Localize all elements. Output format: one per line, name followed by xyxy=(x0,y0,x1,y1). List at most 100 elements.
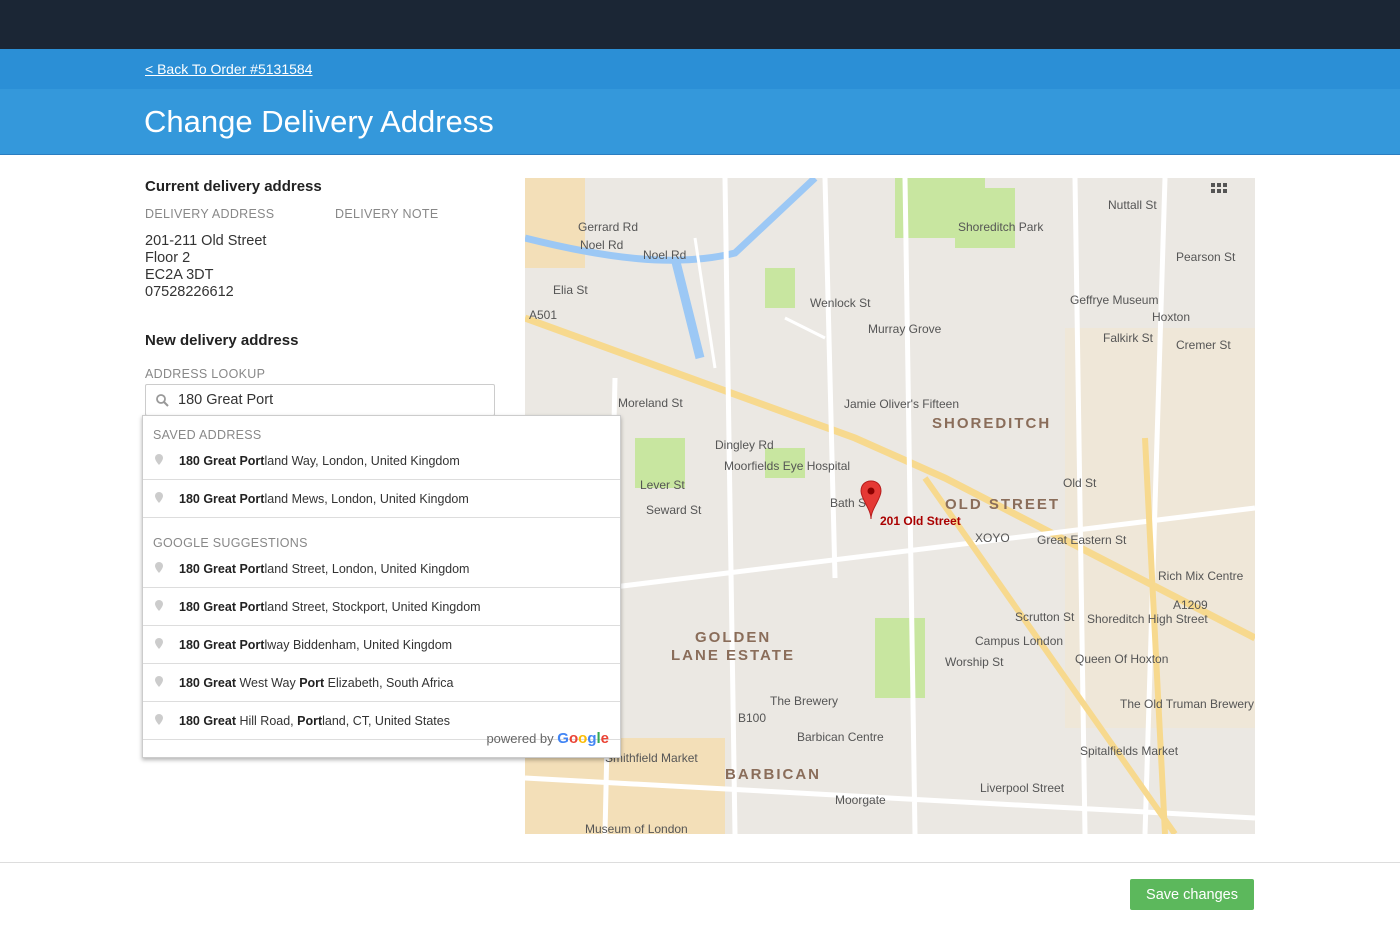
map-place-label: Pearson St xyxy=(1176,250,1236,264)
breadcrumb-bar: < Back To Order #5131584 xyxy=(0,49,1400,89)
map-pin-icon xyxy=(155,713,179,728)
map-place-label: Rich Mix Centre xyxy=(1158,569,1244,583)
map-place-label: Jamie Oliver's Fifteen xyxy=(844,397,959,411)
map-place-label: Scrutton St xyxy=(1015,610,1075,624)
suggestion-text: land Street, Stockport, United Kingdom xyxy=(264,599,481,614)
map-area-label: OLD STREET xyxy=(945,496,1061,513)
suggestion-text: 180 Great Port xyxy=(179,561,265,576)
current-address-heading: Current delivery address xyxy=(145,178,322,195)
map-place-label: Gerrard Rd xyxy=(578,220,639,234)
map-place-label: A501 xyxy=(529,308,558,322)
suggestion-text: Port xyxy=(297,713,323,728)
suggestion-item[interactable]: 180 Great Port land Street, London, Unite… xyxy=(143,550,620,588)
google-suggestions-heading: GOOGLE SUGGESTIONS xyxy=(153,536,308,550)
map-place-label: Shoreditch High Street xyxy=(1087,612,1208,626)
suggestion-text: Elizabeth, South Africa xyxy=(324,675,454,690)
suggestion-item[interactable]: 180 Great Port land Mews, London, United … xyxy=(143,480,620,518)
map-place-label: Hoxton xyxy=(1152,310,1191,324)
suggestion-item[interactable]: 180 Great Port land Way, London, United K… xyxy=(143,442,620,480)
marker-label: 201 Old Street xyxy=(880,514,961,528)
suggestion-text: 180 Great xyxy=(179,713,236,728)
map-place-label: Murray Grove xyxy=(868,322,942,336)
address-line: 201-211 Old Street xyxy=(145,233,267,249)
suggestion-text: 180 Great Port xyxy=(179,453,265,468)
delivery-note-label: DELIVERY NOTE xyxy=(335,207,439,221)
suggestion-text: Hill Road, xyxy=(235,713,298,728)
address-lookup-value: 180 Great Port xyxy=(178,392,274,408)
suggestion-text: Port xyxy=(299,675,325,690)
new-address-heading: New delivery address xyxy=(145,332,299,349)
search-icon xyxy=(156,393,169,407)
suggestion-text: land Mews, London, United Kingdom xyxy=(264,491,469,506)
map-place-label: Museum of London xyxy=(585,822,688,834)
map-place-label: XOYO xyxy=(975,531,1010,545)
suggestion-item[interactable]: 180 Great West Way Port Elizabeth, South… xyxy=(143,664,620,702)
address-lookup-input[interactable]: 180 Great Port xyxy=(145,384,495,416)
current-address: 201-211 Old Street Floor 2 EC2A 3DT 0752… xyxy=(145,233,495,301)
page-title: Change Delivery Address xyxy=(144,103,494,139)
map-place-label: Moorgate xyxy=(835,793,886,807)
map-pin-icon xyxy=(155,675,179,690)
map-pin-icon xyxy=(155,637,179,652)
suggestion-text: land Way, London, United Kingdom xyxy=(264,453,460,468)
address-form: Current delivery address DELIVERY ADDRES… xyxy=(145,178,495,416)
address-suggestions-dropdown: SAVED ADDRESS 180 Great Port land Way, Lo… xyxy=(142,415,621,758)
saved-address-heading: SAVED ADDRESS xyxy=(153,428,262,442)
powered-by-text: powered by xyxy=(486,731,554,746)
address-line: 07528226612 xyxy=(145,284,234,300)
map-place-label: A1209 xyxy=(1173,598,1208,612)
map-place-label: Moreland St xyxy=(618,396,683,410)
suggestion-text: lway Biddenham, United Kingdom xyxy=(264,637,453,652)
map-place-label: Dingley Rd xyxy=(715,438,774,452)
delivery-address-label: DELIVERY ADDRESS xyxy=(145,207,275,221)
map-pin-icon xyxy=(155,561,179,576)
map-place-label: Moorfields Eye Hospital xyxy=(724,459,851,473)
map-area-label: SHOREDITCH xyxy=(932,415,1052,432)
apps-grid-icon[interactable] xyxy=(1211,183,1229,197)
map[interactable]: SHOREDITCH OLD STREET GOLDEN LANE ESTATE… xyxy=(525,178,1255,834)
address-line: Floor 2 xyxy=(145,250,191,266)
map-place-label: Geffrye Museum xyxy=(1070,293,1159,307)
map-pin-icon xyxy=(155,599,179,614)
suggestion-text: 180 Great Port xyxy=(179,599,265,614)
map-place-label: Noel Rd xyxy=(643,248,687,262)
page-header: Change Delivery Address xyxy=(0,89,1400,155)
save-changes-button[interactable]: Save changes xyxy=(1130,879,1254,910)
google-logo: Google xyxy=(557,730,609,747)
map-place-label: Shoreditch Park xyxy=(958,220,1044,234)
top-nav-bar xyxy=(0,0,1400,49)
suggestion-item[interactable]: 180 Great Port land Street, Stockport, Un… xyxy=(143,588,620,626)
map-place-label: Campus London xyxy=(975,634,1064,648)
suggestion-text: 180 Great Port xyxy=(179,491,265,506)
map-place-label: Barbican Centre xyxy=(797,730,884,744)
map-place-label: Noel Rd xyxy=(580,238,624,252)
map-place-label: Cremer St xyxy=(1176,338,1231,352)
map-place-label: Elia St xyxy=(553,283,588,297)
suggestion-text: land, CT, United States xyxy=(322,713,450,728)
map-place-label: Queen Of Hoxton xyxy=(1075,652,1169,666)
map-place-label: Wenlock St xyxy=(810,296,871,310)
map-place-label: Falkirk St xyxy=(1103,331,1154,345)
address-lookup-label: ADDRESS LOOKUP xyxy=(145,367,266,381)
map-place-label: Lever St xyxy=(640,478,685,492)
map-area-label: BARBICAN xyxy=(725,766,821,783)
map-pin-icon xyxy=(155,453,179,468)
suggestion-text: West Way xyxy=(235,675,300,690)
map-place-label: The Old Truman Brewery xyxy=(1120,697,1255,711)
map-place-label: Spitalfields Market xyxy=(1080,744,1179,758)
suggestion-text: land Street, London, United Kingdom xyxy=(264,561,470,576)
map-place-label: The Brewery xyxy=(770,694,839,708)
map-place-label: Great Eastern St xyxy=(1037,533,1127,547)
address-line: EC2A 3DT xyxy=(145,267,214,283)
map-area-label: GOLDEN xyxy=(695,629,772,646)
powered-by-google: powered by Google xyxy=(486,730,609,747)
map-place-label: B100 xyxy=(738,711,767,725)
suggestion-text: 180 Great xyxy=(179,675,236,690)
suggestion-item[interactable]: 180 Great Port lway Biddenham, United Kin… xyxy=(143,626,620,664)
map-background xyxy=(525,178,1255,834)
back-to-order-link[interactable]: < Back To Order #5131584 xyxy=(145,61,312,77)
map-area-label: LANE ESTATE xyxy=(671,647,795,664)
map-place-label: Nuttall St xyxy=(1108,198,1157,212)
footer-divider xyxy=(0,862,1400,863)
map-place-label: Old St xyxy=(1063,476,1097,490)
